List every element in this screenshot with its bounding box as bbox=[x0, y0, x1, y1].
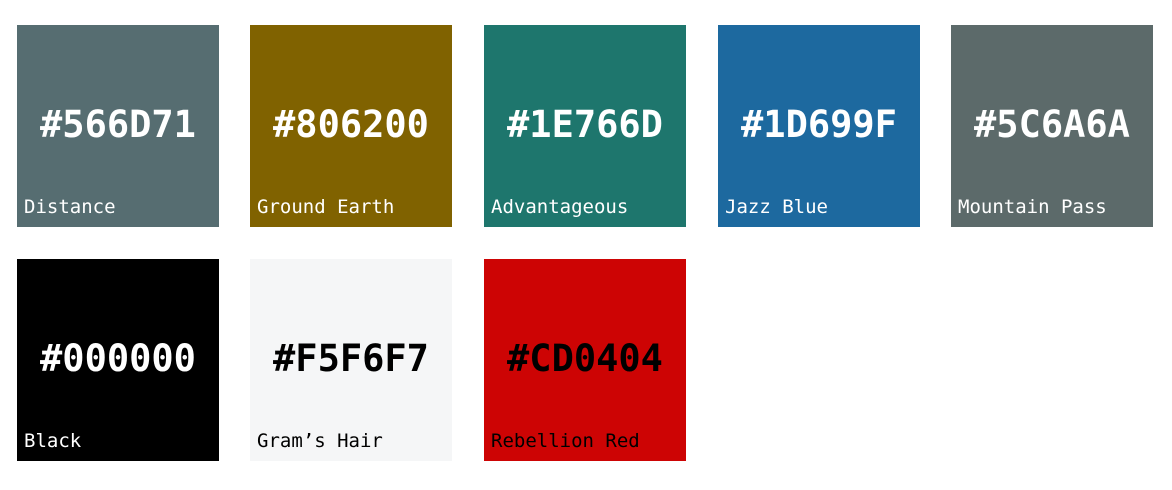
swatch-hex-code: #806200 bbox=[273, 103, 429, 146]
color-swatch[interactable]: #CD0404 Rebellion Red bbox=[484, 259, 686, 461]
swatch-color-name: Jazz Blue bbox=[725, 196, 828, 218]
swatch-hex-code: #1E766D bbox=[507, 103, 663, 146]
color-swatch-grid: #566D71 Distance #806200 Ground Earth #1… bbox=[0, 0, 1172, 490]
swatch-color-name: Distance bbox=[24, 196, 116, 218]
swatch-color-name: Gram’s Hair bbox=[257, 430, 383, 452]
color-swatch[interactable]: #000000 Black bbox=[17, 259, 219, 461]
swatch-color-name: Rebellion Red bbox=[491, 430, 640, 452]
swatch-color-name: Ground Earth bbox=[257, 196, 395, 218]
color-swatch[interactable]: #1D699F Jazz Blue bbox=[718, 25, 920, 227]
swatch-hex-code: #CD0404 bbox=[507, 337, 663, 380]
swatch-hex-code: #5C6A6A bbox=[974, 103, 1130, 146]
swatch-color-name: Mountain Pass bbox=[958, 196, 1107, 218]
color-swatch[interactable]: #566D71 Distance bbox=[17, 25, 219, 227]
swatch-hex-code: #F5F6F7 bbox=[273, 337, 429, 380]
swatch-hex-code: #000000 bbox=[40, 337, 196, 380]
color-swatch[interactable]: #F5F6F7 Gram’s Hair bbox=[250, 259, 452, 461]
color-swatch[interactable]: #5C6A6A Mountain Pass bbox=[951, 25, 1153, 227]
color-swatch[interactable]: #806200 Ground Earth bbox=[250, 25, 452, 227]
swatch-color-name: Advantageous bbox=[491, 196, 629, 218]
color-swatch[interactable]: #1E766D Advantageous bbox=[484, 25, 686, 227]
swatch-hex-code: #1D699F bbox=[741, 103, 897, 146]
swatch-hex-code: #566D71 bbox=[40, 103, 196, 146]
swatch-color-name: Black bbox=[24, 430, 82, 452]
